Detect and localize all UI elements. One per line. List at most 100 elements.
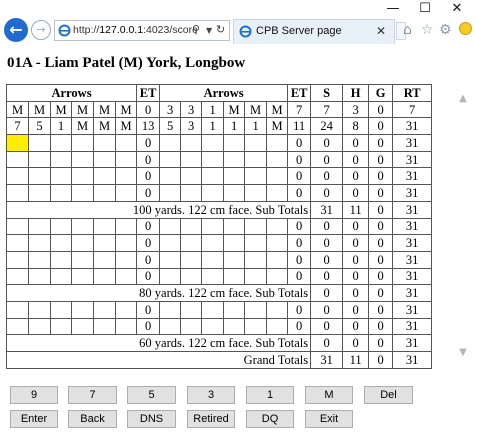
arrow-cell[interactable] — [266, 167, 289, 186]
arrow-cell[interactable] — [71, 167, 94, 186]
arrow-cell[interactable] — [93, 250, 116, 269]
arrow-cell[interactable] — [159, 317, 182, 336]
arrow-cell[interactable] — [93, 134, 116, 152]
arrow-cell[interactable] — [244, 217, 268, 236]
arrow-cell[interactable] — [266, 184, 289, 202]
arrow-cell[interactable] — [93, 184, 116, 202]
key-3-button[interactable]: 3 — [187, 386, 235, 404]
arrow-cell[interactable] — [50, 267, 72, 286]
arrow-cell[interactable] — [201, 317, 225, 336]
arrow-cell[interactable] — [201, 250, 225, 269]
arrow-cell[interactable] — [266, 250, 289, 269]
arrow-cell[interactable] — [71, 250, 94, 269]
delete-button[interactable]: Del — [364, 386, 413, 404]
arrow-cell[interactable] — [28, 150, 51, 169]
arrow-cell[interactable] — [71, 184, 94, 202]
dq-button[interactable]: DQ — [246, 410, 294, 428]
arrow-cell[interactable] — [28, 184, 51, 202]
arrow-cell[interactable] — [114, 317, 138, 336]
key-m-button[interactable]: M — [305, 386, 353, 404]
star-icon[interactable]: ☆ — [421, 22, 434, 38]
arrow-cell[interactable] — [223, 134, 246, 152]
arrow-cell[interactable] — [114, 184, 138, 202]
arrow-cell[interactable] — [244, 317, 268, 336]
arrow-cell[interactable] — [223, 300, 246, 319]
arrow-cell[interactable] — [28, 134, 51, 152]
arrow-cell[interactable] — [28, 317, 51, 336]
arrow-cell[interactable] — [50, 167, 72, 186]
arrow-cell[interactable] — [71, 267, 94, 286]
arrow-cell[interactable] — [114, 267, 138, 286]
arrow-cell[interactable] — [50, 134, 72, 152]
arrow-cell[interactable] — [71, 150, 94, 169]
arrow-cell[interactable] — [244, 184, 268, 202]
arrow-cell[interactable] — [50, 317, 72, 336]
arrow-cell[interactable] — [50, 300, 72, 319]
arrow-cell[interactable] — [50, 217, 72, 236]
forward-arrow-icon[interactable]: → — [31, 20, 51, 40]
arrow-cell[interactable] — [159, 184, 182, 202]
arrow-cell[interactable] — [93, 267, 116, 286]
arrow-cell[interactable] — [244, 167, 268, 186]
key-9-button[interactable]: 9 — [10, 386, 58, 404]
arrow-cell[interactable] — [244, 234, 268, 252]
key-5-button[interactable]: 5 — [127, 386, 176, 404]
arrow-cell[interactable] — [6, 184, 29, 202]
arrow-cell[interactable] — [266, 300, 289, 319]
arrow-cell[interactable] — [50, 234, 72, 252]
arrow-cell[interactable] — [28, 234, 51, 252]
arrow-cell[interactable] — [114, 150, 138, 169]
arrow-cell[interactable] — [71, 234, 94, 252]
arrow-cell[interactable] — [6, 267, 29, 286]
tab-close-icon[interactable]: ✕ — [376, 24, 386, 38]
arrow-cell[interactable] — [201, 234, 225, 252]
arrow-cell[interactable] — [114, 250, 138, 269]
arrow-cell[interactable] — [180, 184, 203, 202]
enter-button[interactable]: Enter — [10, 410, 58, 428]
arrow-cell[interactable] — [159, 267, 182, 286]
arrow-cell[interactable] — [93, 217, 116, 236]
key-1-button[interactable]: 1 — [246, 386, 294, 404]
arrow-cell[interactable] — [93, 317, 116, 336]
arrow-cell[interactable] — [114, 167, 138, 186]
arrow-cell[interactable] — [244, 250, 268, 269]
arrow-cell[interactable] — [201, 217, 225, 236]
arrow-cell[interactable] — [50, 250, 72, 269]
arrow-cell[interactable] — [244, 134, 268, 152]
search-icon[interactable]: ⚲ — [192, 23, 200, 36]
arrow-cell[interactable] — [114, 234, 138, 252]
back-arrow-icon[interactable]: ← — [4, 18, 28, 42]
arrow-cell[interactable] — [201, 134, 225, 152]
arrow-cell[interactable] — [6, 150, 29, 169]
arrow-cell[interactable] — [223, 267, 246, 286]
dns-button[interactable]: DNS — [127, 410, 176, 428]
vertical-scrollbar[interactable]: ▲ ▼ — [455, 86, 471, 364]
arrow-cell[interactable] — [201, 184, 225, 202]
arrow-cell[interactable] — [6, 250, 29, 269]
arrow-cell[interactable] — [93, 150, 116, 169]
arrow-cell[interactable] — [71, 300, 94, 319]
arrow-cell[interactable] — [180, 234, 203, 252]
back-button[interactable]: Back — [68, 410, 117, 428]
arrow-cell[interactable] — [6, 234, 29, 252]
arrow-cell[interactable] — [266, 267, 289, 286]
arrow-cell[interactable] — [180, 150, 203, 169]
arrow-cell[interactable] — [223, 317, 246, 336]
arrow-cell[interactable] — [159, 250, 182, 269]
arrow-cell[interactable] — [201, 150, 225, 169]
arrow-cell[interactable] — [159, 134, 182, 152]
arrow-cell[interactable] — [180, 317, 203, 336]
arrow-cell[interactable] — [244, 300, 268, 319]
retired-button[interactable]: Retired — [187, 410, 235, 428]
arrow-cell[interactable] — [93, 234, 116, 252]
arrow-cell[interactable] — [28, 300, 51, 319]
arrow-cell[interactable] — [71, 217, 94, 236]
arrow-cell[interactable] — [71, 134, 94, 152]
scroll-up-icon[interactable]: ▲ — [455, 92, 471, 106]
arrow-cell[interactable] — [50, 150, 72, 169]
arrow-cell[interactable] — [223, 217, 246, 236]
arrow-cell[interactable] — [6, 217, 29, 236]
arrow-cell[interactable] — [201, 300, 225, 319]
arrow-cell[interactable] — [223, 167, 246, 186]
smiley-icon[interactable] — [459, 22, 472, 35]
